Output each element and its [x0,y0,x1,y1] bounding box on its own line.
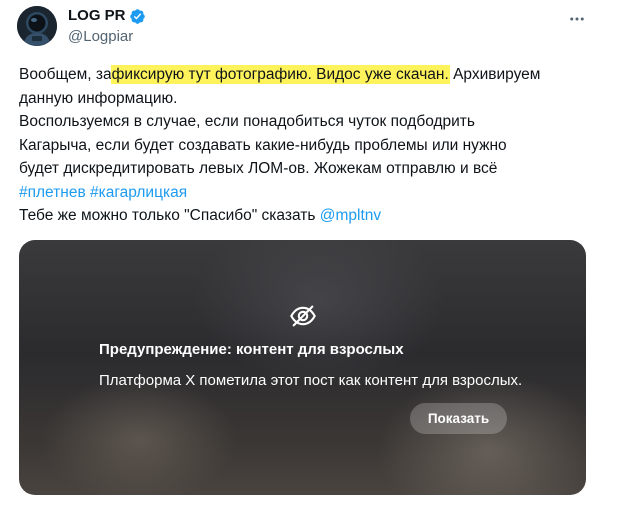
show-content-button[interactable]: Показать [410,403,507,434]
more-dots-icon [570,17,584,21]
astronaut-helmet-avatar-icon [17,6,57,46]
more-options-button[interactable] [566,8,588,30]
tweet-line-2: данную информацию. [19,89,178,107]
hashtag-link[interactable]: #плетнев [19,184,86,201]
tweet-line-1: Вообщем, зафиксирую тут фотографию. Видо… [19,63,594,87]
content-warning-title: Предупреждение: контент для взрослых [99,341,404,358]
tweet-text-segment: Вообщем, за [19,66,112,83]
verified-badge-icon [129,8,145,24]
author-name-row[interactable]: LOG PR [68,6,146,26]
avatar[interactable] [17,6,57,46]
tweet-line-3: Воспользуемся в случае, если понадобитьс… [19,113,475,130]
tweet-line-5: будет дискредитировать левых ЛОМ-ов. Жож… [19,160,498,177]
hashtag-link[interactable]: #кагарлицкая [90,184,187,201]
sensitive-media-card[interactable]: Предупреждение: контент для взрослых Пла… [19,240,586,495]
tweet-line-6: #плетнев #кагарлицкая [19,181,594,205]
content-warning-description: Платформа X пометила этот пост как конте… [99,372,523,389]
author-name[interactable]: LOG PR [68,6,126,26]
author-handle[interactable]: @Logpiar [68,27,133,47]
tweet-line-7: Тебе же можно только "Спасибо" сказать @… [19,204,594,228]
tweet-text-segment: Архивируем [448,66,541,83]
tweet-text: Вообщем, зафиксирую тут фотографию. Видо… [19,63,594,228]
tweet-text-segment: Тебе же можно только "Спасибо" сказать [19,207,320,224]
eye-off-icon [290,305,316,327]
mention-link[interactable]: @mpltnv [320,207,381,224]
highlighted-text: фиксирую тут фотографию. Видос уже скача… [111,66,449,83]
tweet-line-4: Кагарыча, если будет создавать какие-ниб… [19,136,507,154]
